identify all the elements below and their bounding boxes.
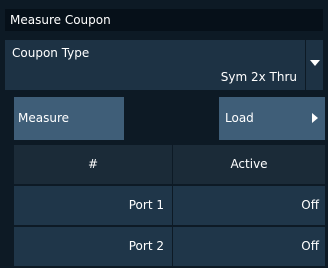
port-table: # Active Port 1 Off Port 2 Off	[14, 145, 325, 268]
coupon-type-dropdown-button[interactable]	[305, 40, 323, 90]
column-header-active[interactable]: Active	[173, 145, 325, 184]
measure-coupon-panel: Measure Coupon Coupon Type Sym 2x Thru M…	[0, 0, 328, 268]
active-cell[interactable]: Off	[173, 227, 325, 266]
load-button[interactable]: Load	[219, 97, 325, 140]
port-cell[interactable]: Port 2	[14, 227, 172, 266]
load-button-label: Load	[225, 111, 254, 125]
submenu-arrow-icon	[312, 113, 318, 123]
coupon-type-label: Coupon Type	[12, 46, 90, 60]
active-cell[interactable]: Off	[173, 186, 325, 225]
coupon-type-selector[interactable]: Coupon Type Sym 2x Thru	[5, 40, 305, 90]
table-header-row: # Active	[14, 145, 325, 184]
chevron-down-icon	[310, 60, 320, 66]
panel-title: Measure Coupon	[5, 9, 323, 31]
port-cell[interactable]: Port 1	[14, 186, 172, 225]
measure-button[interactable]: Measure	[14, 97, 124, 140]
table-row[interactable]: Port 1 Off	[14, 186, 325, 225]
coupon-type-value: Sym 2x Thru	[220, 70, 297, 84]
table-row[interactable]: Port 2 Off	[14, 227, 325, 266]
column-header-number[interactable]: #	[14, 145, 172, 184]
